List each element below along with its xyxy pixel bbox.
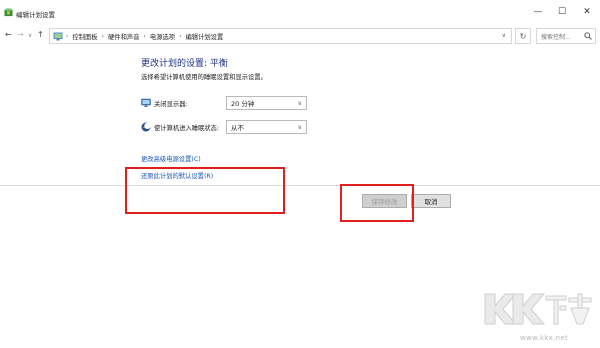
display-off-value: 20 分钟	[231, 100, 255, 108]
navigation-bar: ← → ∨ ↑ › 控制面板 › 硬件和声音 › 电源选项 › 编辑计划设置 ∨…	[0, 26, 600, 46]
forward-button[interactable]: →	[17, 30, 24, 39]
breadcrumb-separator: ›	[66, 32, 69, 40]
breadcrumb-separator: ›	[143, 32, 146, 40]
breadcrumb-edit-plan[interactable]: 编辑计划设置	[185, 32, 223, 41]
address-dropdown-icon[interactable]: ∨	[502, 32, 506, 39]
kk-download-watermark-logo	[484, 293, 592, 325]
sleep-moon-icon	[141, 122, 151, 132]
search-box[interactable]: 搜索控制...	[536, 28, 596, 44]
breadcrumb-control-panel[interactable]: 控制面板	[72, 32, 97, 41]
divider	[0, 185, 600, 186]
annotation-highlight-box	[340, 184, 414, 222]
maximize-button[interactable]: ☐	[551, 4, 573, 20]
chevron-down-icon: ∨	[297, 124, 302, 131]
sleep-label: 使计算机进入睡眠状态:	[154, 125, 220, 132]
display-off-select[interactable]: 20 分钟 ∨	[226, 96, 307, 110]
chevron-down-icon: ∨	[297, 100, 302, 107]
sleep-value: 从不	[231, 124, 244, 132]
minimize-button[interactable]: —	[527, 4, 549, 20]
watermark-url: www.kkx.net	[520, 334, 569, 342]
search-icon[interactable]	[584, 32, 592, 40]
refresh-button[interactable]: ↻	[515, 28, 531, 44]
page-description: 选择希望计算机使用的睡眠设置和显示设置。	[141, 74, 267, 81]
back-button[interactable]: ←	[5, 30, 12, 39]
page-title: 更改计划的设置: 平衡	[141, 59, 228, 69]
monitor-icon	[141, 98, 151, 107]
close-button[interactable]: ✕	[576, 4, 598, 20]
breadcrumb-separator: ›	[101, 32, 104, 40]
window-title: 编辑计划设置	[16, 11, 55, 19]
sleep-select[interactable]: 从不 ∨	[226, 120, 307, 134]
advanced-power-settings-link[interactable]: 更改高级电源设置(C)	[141, 154, 201, 163]
control-panel-icon	[53, 32, 63, 40]
cancel-button[interactable]: 取消	[411, 194, 451, 208]
search-input[interactable]: 搜索控制...	[541, 32, 571, 41]
breadcrumb-power-options[interactable]: 电源选项	[150, 32, 175, 41]
title-bar: 编辑计划设置 — ☐ ✕	[0, 0, 600, 24]
display-off-label: 关闭显示器:	[154, 101, 188, 108]
address-bar[interactable]: › 控制面板 › 硬件和声音 › 电源选项 › 编辑计划设置 ∨	[49, 28, 512, 44]
up-button[interactable]: ↑	[37, 30, 44, 39]
recent-locations-dropdown[interactable]: ∨	[28, 32, 32, 39]
power-options-icon	[4, 8, 13, 17]
breadcrumb-hardware-sound[interactable]: 硬件和声音	[108, 32, 139, 41]
breadcrumb-separator: ›	[179, 32, 182, 40]
annotation-highlight-box	[125, 167, 285, 214]
